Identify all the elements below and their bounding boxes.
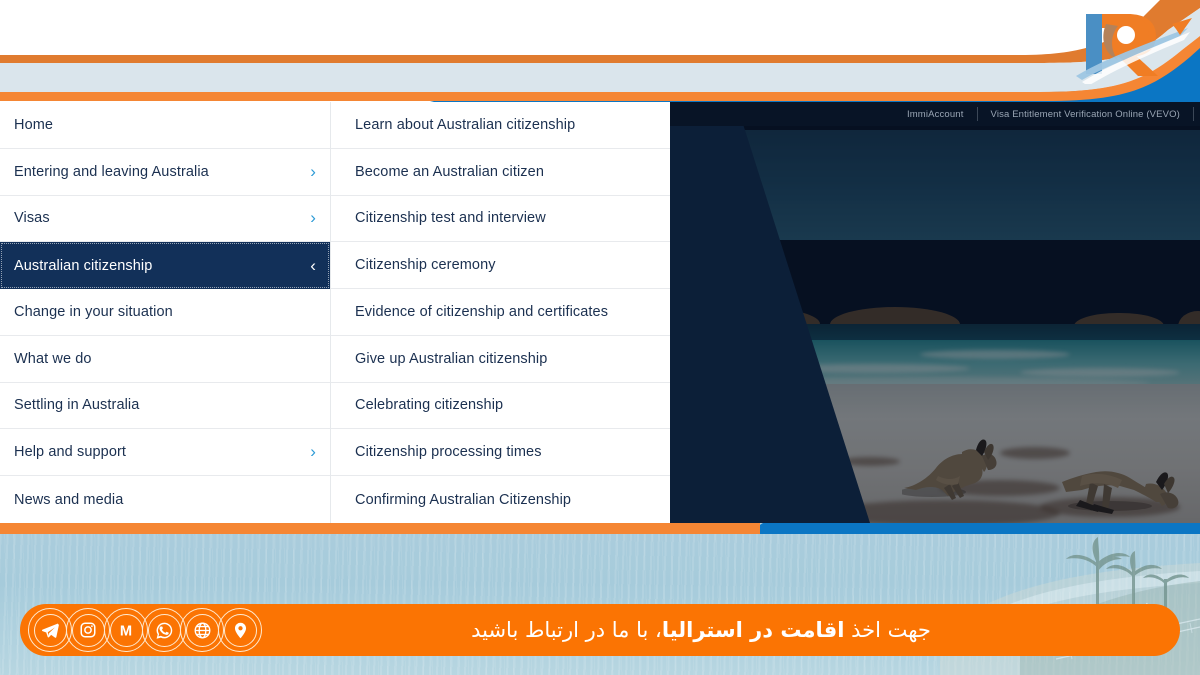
submenu-item-label: Learn about Australian citizenship bbox=[355, 116, 576, 133]
submenu-item-label: Become an Australian citizen bbox=[355, 163, 544, 180]
location-pin-icon[interactable] bbox=[218, 608, 262, 652]
submenu-item-learn-about-australian-citizenship[interactable]: Learn about Australian citizenship bbox=[331, 102, 670, 149]
footer-blue-strip bbox=[745, 523, 1200, 534]
social-links-row: M bbox=[20, 608, 262, 652]
menu-item-label: Entering and leaving Australia bbox=[14, 163, 209, 180]
r-swoosh-logo[interactable] bbox=[1072, 2, 1192, 84]
telegram-glyph bbox=[33, 613, 67, 647]
site-header bbox=[0, 0, 1200, 102]
menu-item-visas[interactable]: Visas › bbox=[0, 195, 330, 243]
submenu-item-label: Citizenship ceremony bbox=[355, 257, 496, 274]
whatsapp-glyph bbox=[147, 613, 181, 647]
submenu-item-evidence-of-citizenship-and-certificates[interactable]: Evidence of citizenship and certificates bbox=[331, 289, 670, 336]
utility-link-vevo[interactable]: Visa Entitlement Verification Online (VE… bbox=[978, 109, 1194, 120]
submenu-item-label: Citizenship test and interview bbox=[355, 210, 546, 227]
location-pin-glyph bbox=[223, 613, 257, 647]
footer-orange-strip bbox=[0, 523, 760, 534]
utility-link-immiaccount[interactable]: ImmiAccount bbox=[894, 109, 977, 120]
submenu-item-label: Give up Australian citizenship bbox=[355, 350, 548, 367]
chevron-right-icon: › bbox=[310, 442, 316, 462]
menu-item-label: News and media bbox=[14, 491, 124, 508]
menu-item-label: Settling in Australia bbox=[14, 397, 140, 414]
submenu-item-citizenship-test-and-interview[interactable]: Citizenship test and interview bbox=[331, 195, 670, 243]
chevron-left-icon: ‹ bbox=[310, 255, 316, 275]
submenu-item-give-up-australian-citizenship[interactable]: Give up Australian citizenship bbox=[331, 335, 670, 383]
menu-item-entering-and-leaving-australia[interactable]: Entering and leaving Australia › bbox=[0, 148, 330, 196]
submenu-item-label: Citizenship processing times bbox=[355, 444, 542, 461]
submenu-item-label: Evidence of citizenship and certificates bbox=[355, 303, 609, 320]
globe-glyph bbox=[185, 613, 219, 647]
page-root: Home Entering and leaving Australia › Vi… bbox=[0, 0, 1200, 675]
cta-text-before: جهت اخذ bbox=[844, 618, 931, 642]
cta-text-after: ، با ما در ارتباط باشید bbox=[471, 618, 662, 642]
submenu-item-label: Celebrating citizenship bbox=[355, 397, 504, 414]
utility-bar: ImmiAccount Visa Entitlement Verificatio… bbox=[670, 102, 1200, 126]
menu-item-australian-citizenship[interactable]: Australian citizenship ‹ bbox=[0, 242, 330, 290]
menu-item-settling-in-australia[interactable]: Settling in Australia bbox=[0, 382, 330, 430]
chevron-right-icon: › bbox=[310, 208, 316, 228]
menu-item-label: What we do bbox=[14, 350, 92, 367]
menu-item-label: Australian citizenship bbox=[14, 257, 153, 274]
submenu-item-become-an-australian-citizen[interactable]: Become an Australian citizen bbox=[331, 148, 670, 196]
chevron-right-icon: › bbox=[310, 161, 316, 181]
menu-item-label: Help and support bbox=[14, 444, 127, 461]
submenu-item-citizenship-processing-times[interactable]: Citizenship processing times bbox=[331, 429, 670, 477]
menu-item-change-in-your-situation[interactable]: Change in your situation bbox=[0, 289, 330, 336]
menu-item-what-we-do[interactable]: What we do bbox=[0, 335, 330, 383]
contact-cta-bar[interactable]: M جهت اخذ اقامت در استرالیا، با ما در ار… bbox=[20, 604, 1180, 656]
menu-item-home[interactable]: Home bbox=[0, 102, 330, 149]
submenu-item-citizenship-ceremony[interactable]: Citizenship ceremony bbox=[331, 242, 670, 290]
header-ribbon-graphic bbox=[0, 0, 1200, 102]
menu-column-secondary: Learn about Australian citizenship Becom… bbox=[331, 102, 670, 523]
submenu-item-label: Confirming Australian Citizenship bbox=[355, 491, 572, 508]
menu-item-label: Home bbox=[14, 116, 54, 133]
submenu-item-celebrating-citizenship[interactable]: Celebrating citizenship bbox=[331, 382, 670, 430]
menu-column-primary: Home Entering and leaving Australia › Vi… bbox=[0, 102, 331, 523]
cta-message: جهت اخذ اقامت در استرالیا، با ما در ارتب… bbox=[256, 618, 1180, 642]
hero-banner-image: ImmiAccount Visa Entitlement Verificatio… bbox=[670, 102, 1200, 523]
menu-item-label: Visas bbox=[14, 210, 50, 227]
instagram-glyph bbox=[71, 613, 105, 647]
menu-item-help-and-support[interactable]: Help and support › bbox=[0, 429, 330, 477]
cta-text-bold: اقامت در استرالیا bbox=[661, 618, 845, 642]
menu-item-label: Change in your situation bbox=[14, 303, 173, 320]
mega-menu: Home Entering and leaving Australia › Vi… bbox=[0, 102, 670, 523]
submenu-item-confirming-australian-citizenship[interactable]: Confirming Australian Citizenship bbox=[331, 476, 670, 523]
utility-divider bbox=[1193, 107, 1194, 121]
svg-text:M: M bbox=[120, 624, 132, 640]
eitaa-m-glyph: M bbox=[109, 613, 143, 647]
menu-item-news-and-media[interactable]: News and media bbox=[0, 476, 330, 523]
